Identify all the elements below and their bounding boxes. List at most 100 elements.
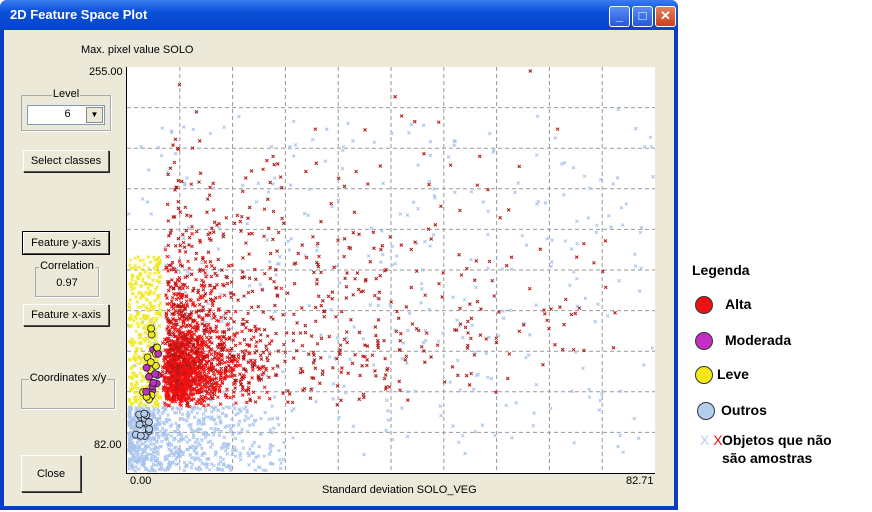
scatter-point [133,383,138,387]
scatter-point [317,254,321,259]
scatter-point [550,238,554,243]
select-classes-button[interactable]: Select classes [23,150,109,172]
feature-space-plot[interactable] [125,67,655,474]
scatter-point [272,176,277,180]
scatter-point [407,311,412,316]
scatter-point [649,145,654,149]
scatter-point [486,209,491,214]
scatter-point [593,319,598,324]
scatter-point [307,303,312,308]
scatter-point [508,308,512,313]
level-select[interactable]: 6 ▼ [27,105,105,125]
scatter-point [335,336,340,340]
scatter-point [587,395,592,399]
scatter-point [387,385,392,389]
scatter-point [139,347,144,352]
scatter-point [265,197,270,202]
scatter-point [292,281,297,286]
feature-x-axis-button[interactable]: Feature x-axis [23,304,109,326]
scatter-point [201,305,205,309]
scatter-point [230,263,234,268]
scatter-point [506,208,511,212]
scatter-point [137,467,141,471]
scatter-point [218,402,223,406]
scatter-point [220,358,225,362]
scatter-point [467,382,472,387]
scatter-point [420,287,424,291]
scatter-point [189,182,194,187]
level-group: Level 6 ▼ [21,88,111,131]
scatter-point [363,128,367,132]
scatter-point [241,446,246,451]
scatter-point [213,453,218,457]
chevron-down-icon[interactable]: ▼ [86,107,103,123]
maximize-button[interactable]: □ [632,6,653,27]
scatter-point [247,232,251,236]
scatter-point [400,356,404,361]
scatter-point [194,229,199,234]
feature-space-window: 2D Feature Space Plot _ □ ✕ Max. pixel v… [0,0,678,510]
scatter-point [595,223,599,228]
scatter-point [134,406,138,410]
scatter-point [613,310,617,315]
scatter-point [222,125,226,130]
scatter-point [275,162,280,166]
minimize-button[interactable]: _ [609,6,630,27]
scatter-point [215,329,219,334]
scatter-point [378,273,383,278]
scatter-point [615,176,620,180]
scatter-point [560,347,565,352]
scatter-point [340,166,345,171]
scatter-point [334,314,338,319]
scatter-point [209,238,213,242]
scatter-point [299,366,303,371]
scatter-point [148,271,152,276]
scatter-point [275,249,279,253]
scatter-point [468,302,472,306]
scatter-point [569,247,574,251]
scatter-point [128,358,133,363]
scatter-point [487,259,492,264]
scatter-point [563,297,568,302]
scatter-point [222,435,227,440]
scatter-point [478,333,483,337]
scatter-point [221,457,226,462]
scatter-point [196,288,201,293]
scatter-point [267,341,272,346]
feature-y-axis-button[interactable]: Feature y-axis [22,231,110,255]
scatter-point [152,255,156,260]
scatter-point [265,334,270,338]
scatter-point [186,270,190,274]
scatter-point [463,451,467,456]
scatter-point [246,392,251,396]
scatter-point [611,345,616,350]
scatter-point [383,373,388,377]
scatter-point [138,317,143,321]
scatter-point [185,285,190,290]
scatter-point [138,396,143,401]
scatter-point [486,266,491,271]
scatter-point [448,163,453,168]
scatter-point [203,260,208,265]
scatter-point [261,167,265,172]
scatter-point [243,176,248,180]
scatter-point [343,276,347,281]
scatter-point [403,358,408,362]
scatter-point [382,376,387,381]
scatter-point [399,243,404,248]
scatter-point [187,460,192,465]
scatter-point [233,454,238,459]
scatter-point [271,154,275,159]
title-bar[interactable]: 2D Feature Space Plot _ □ ✕ [0,0,678,30]
scatter-point [567,283,572,288]
scatter-point [198,442,203,447]
scatter-point [280,370,285,374]
scatter-point [299,306,304,310]
scatter-point [398,212,403,216]
close-button[interactable]: Close [21,455,81,492]
scatter-point [422,151,426,156]
scatter-point [311,234,315,239]
scatter-point [351,292,356,297]
close-window-button[interactable]: ✕ [655,6,676,27]
scatter-point [393,94,397,99]
